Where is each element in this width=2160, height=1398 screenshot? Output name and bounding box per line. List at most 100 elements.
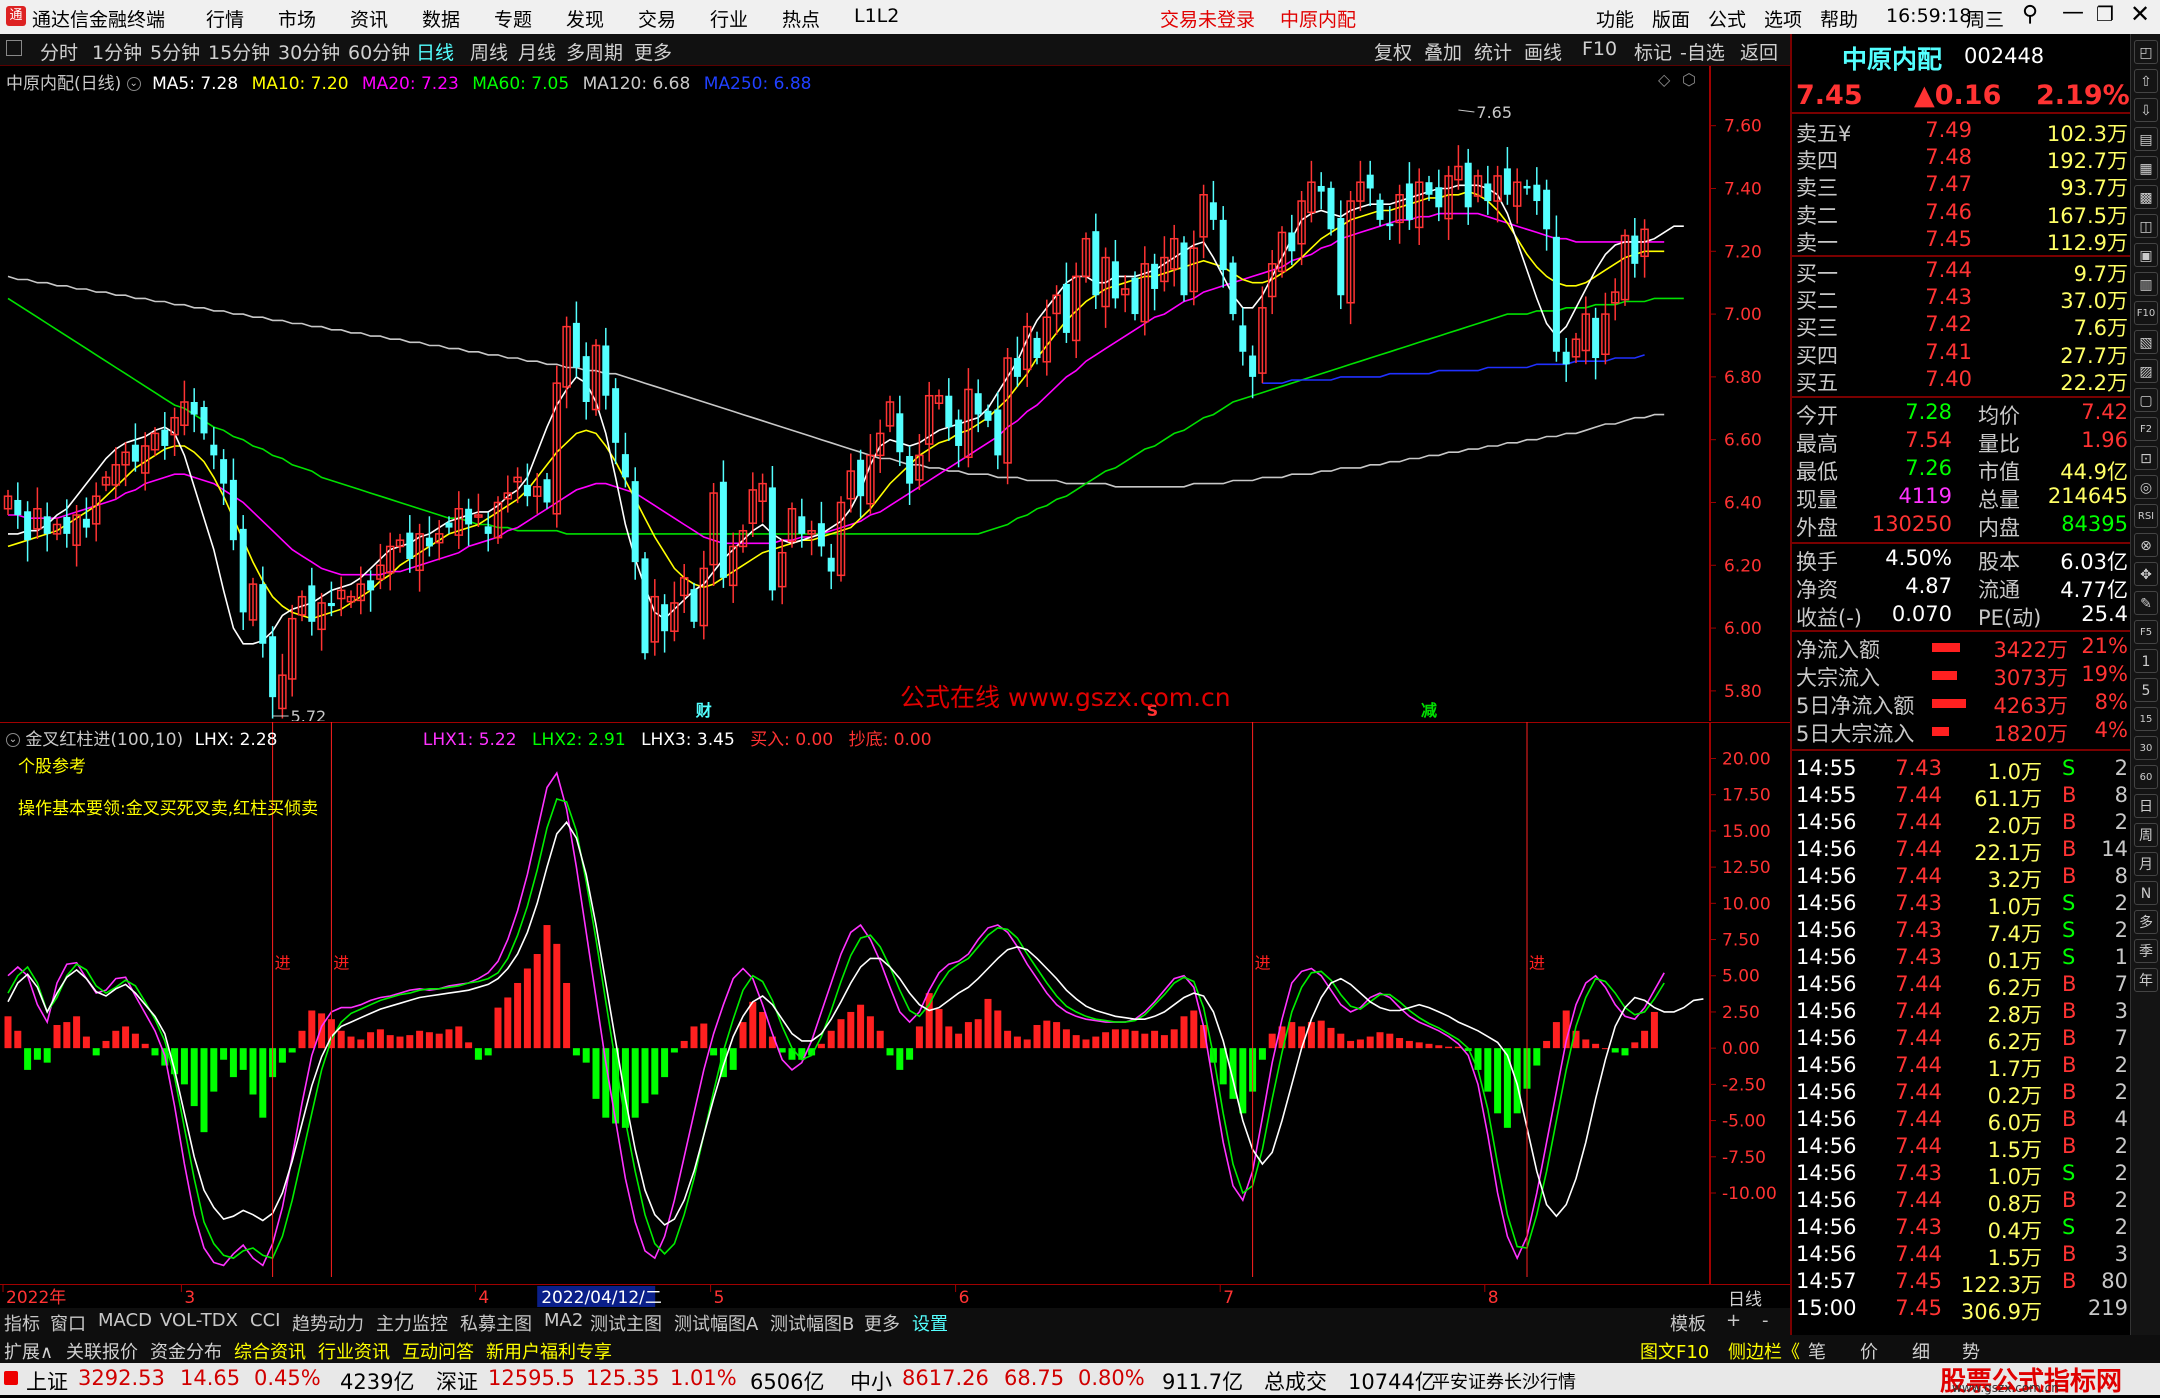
chart-expand-icon[interactable]: ⬡: [1682, 70, 1696, 89]
search-icon[interactable]: ⚲: [2022, 2, 2038, 27]
sidebar-tool-icon[interactable]: 15: [2134, 707, 2158, 731]
tab-vol-tdx[interactable]: VOL-TDX: [160, 1310, 238, 1331]
tool-back[interactable]: 返回: [1740, 38, 1778, 65]
tool-stats[interactable]: 统计: [1474, 38, 1512, 65]
period-15min[interactable]: 15分钟: [208, 38, 270, 65]
sidebar-tool-icon[interactable]: ◫: [2134, 214, 2158, 238]
sidebar-tool-icon[interactable]: F10: [2134, 301, 2158, 325]
menu-layout[interactable]: 版面: [1652, 5, 1690, 32]
period-60min[interactable]: 60分钟: [348, 38, 410, 65]
sidebar-tool-icon[interactable]: 年: [2134, 968, 2158, 992]
sidebar-tool-icon[interactable]: N: [2134, 881, 2158, 905]
tab-more[interactable]: 更多: [864, 1310, 900, 1336]
tab-test-sub-a[interactable]: 测试幅图A: [674, 1310, 758, 1336]
sz-index-name[interactable]: 深证: [436, 1366, 478, 1396]
tab-industry-news[interactable]: 行业资讯: [318, 1338, 390, 1364]
sidebar-tool-icon[interactable]: 5: [2134, 678, 2158, 702]
period-multi[interactable]: 多周期: [566, 38, 623, 65]
tab-general-news[interactable]: 综合资讯: [234, 1338, 306, 1364]
menu-item-market[interactable]: 行情: [206, 5, 244, 32]
sidebar-tool-icon[interactable]: 30: [2134, 736, 2158, 760]
menu-item-news[interactable]: 资讯: [350, 5, 388, 32]
tab-indicator[interactable]: 指标: [4, 1310, 40, 1336]
tab-macd[interactable]: MACD: [98, 1310, 152, 1331]
add-tab-button[interactable]: +: [1726, 1310, 1741, 1331]
menu-formula[interactable]: 公式: [1708, 5, 1746, 32]
sidebar-tool-icon[interactable]: ▩: [2134, 185, 2158, 209]
sidebar-tool-icon[interactable]: F5: [2134, 620, 2158, 644]
menu-item-industry[interactable]: 行业: [710, 5, 748, 32]
menu-function[interactable]: 功能: [1596, 5, 1634, 32]
sidebar-tool-icon[interactable]: 周: [2134, 823, 2158, 847]
tab-window[interactable]: 窗口: [50, 1310, 86, 1336]
tab-fund-distribution[interactable]: 资金分布: [150, 1338, 222, 1364]
tab-tick[interactable]: 笔: [1808, 1338, 1826, 1364]
sidebar-tool-icon[interactable]: 季: [2134, 939, 2158, 963]
indicator-chart-area[interactable]: 20.00 17.50 15.00 12.50 10.00 7.50 5.00 2.50 0.0…: [0, 721, 1790, 1284]
period-intraday[interactable]: 分时: [40, 38, 78, 65]
menu-help[interactable]: 帮助: [1820, 5, 1858, 32]
period-monthly[interactable]: 月线: [518, 38, 556, 65]
remove-tab-button[interactable]: -: [1762, 1310, 1769, 1331]
chart-settings-icon[interactable]: ◇: [1658, 70, 1670, 89]
tab-sidebar[interactable]: 侧边栏《: [1728, 1338, 1800, 1364]
tool-adjust[interactable]: 复权: [1374, 38, 1412, 65]
sidebar-tool-icon[interactable]: ▥: [2134, 272, 2158, 296]
tab-test-sub-b[interactable]: 测试幅图B: [770, 1310, 854, 1336]
indicator-name[interactable]: 金叉红柱进(100,10): [25, 730, 183, 750]
sh-index-name[interactable]: 上证: [26, 1366, 68, 1396]
sidebar-tool-icon[interactable]: ▢: [2134, 388, 2158, 412]
sidebar-tool-icon[interactable]: ✎: [2134, 591, 2158, 615]
tab-detail[interactable]: 细: [1912, 1338, 1930, 1364]
period-toggle-icon[interactable]: [6, 40, 22, 56]
sidebar-tool-icon[interactable]: ▤: [2134, 127, 2158, 151]
period-30min[interactable]: 30分钟: [278, 38, 340, 65]
chart-menu-icon[interactable]: ⌄: [126, 77, 141, 91]
tab-cci[interactable]: CCI: [250, 1310, 280, 1331]
period-1min[interactable]: 1分钟: [92, 38, 142, 65]
period-daily[interactable]: 日线: [416, 38, 454, 65]
sidebar-tool-icon[interactable]: ▣: [2134, 243, 2158, 267]
tool-remove-favorite[interactable]: -自选: [1680, 38, 1725, 65]
menu-item-l1l2[interactable]: L1L2: [854, 5, 899, 27]
minimize-icon[interactable]: —: [2062, 0, 2084, 25]
sidebar-tool-icon[interactable]: ▦: [2134, 156, 2158, 180]
tab-private-main[interactable]: 私募主图: [460, 1310, 532, 1336]
sidebar-tool-icon[interactable]: RSI: [2134, 504, 2158, 528]
tab-ma2[interactable]: MA2: [544, 1310, 583, 1331]
menu-item-discover[interactable]: 发现: [566, 5, 604, 32]
sidebar-tool-icon[interactable]: ◰: [2134, 40, 2158, 64]
tool-draw[interactable]: 画线: [1524, 38, 1562, 65]
tab-test-main[interactable]: 测试主图: [590, 1310, 662, 1336]
main-chart-area[interactable]: 7.60 7.40 7.20 7.00 6.80 6.60 6.40 6.20 6.00 5.80…: [0, 66, 1790, 726]
tab-qa[interactable]: 互动问答: [402, 1338, 474, 1364]
sidebar-tool-icon[interactable]: ⇧: [2134, 69, 2158, 93]
close-icon[interactable]: ✕: [2130, 0, 2150, 28]
sidebar-tool-icon[interactable]: 1: [2134, 649, 2158, 673]
sidebar-tool-icon[interactable]: ▨: [2134, 359, 2158, 383]
tab-related-quotes[interactable]: 关联报价: [66, 1338, 138, 1364]
period-weekly[interactable]: 周线: [470, 38, 508, 65]
tab-trend-power[interactable]: 趋势动力: [292, 1310, 364, 1336]
sidebar-tool-icon[interactable]: F2: [2134, 417, 2158, 441]
restore-icon[interactable]: ❐: [2096, 2, 2114, 26]
period-5min[interactable]: 5分钟: [150, 38, 200, 65]
sidebar-tool-icon[interactable]: ⇩: [2134, 98, 2158, 122]
sidebar-tool-icon[interactable]: 多: [2134, 910, 2158, 934]
sidebar-tool-icon[interactable]: 日: [2134, 794, 2158, 818]
menu-item-trade[interactable]: 交易: [638, 5, 676, 32]
candlestick-chart[interactable]: 7.60 7.40 7.20 7.00 6.80 6.60 6.40 6.20 6.00 5.80…: [0, 66, 1790, 726]
menu-item-topics[interactable]: 专题: [494, 5, 532, 32]
menu-options[interactable]: 选项: [1764, 5, 1802, 32]
sidebar-tool-icon[interactable]: ✥: [2134, 562, 2158, 586]
menu-item-data[interactable]: 数据: [422, 5, 460, 32]
sidebar-tool-icon[interactable]: 月: [2134, 852, 2158, 876]
indicator-menu-icon[interactable]: ⌄: [6, 733, 20, 747]
menu-item-hot[interactable]: 热点: [782, 5, 820, 32]
tab-main-monitor[interactable]: 主力监控: [376, 1310, 448, 1336]
sidebar-tool-icon[interactable]: ⊡: [2134, 446, 2158, 470]
login-status[interactable]: 交易未登录: [1160, 5, 1255, 32]
sidebar-tool-icon[interactable]: ▧: [2134, 330, 2158, 354]
menu-item-markets[interactable]: 市场: [278, 5, 316, 32]
tab-settings[interactable]: 设置: [912, 1310, 948, 1336]
